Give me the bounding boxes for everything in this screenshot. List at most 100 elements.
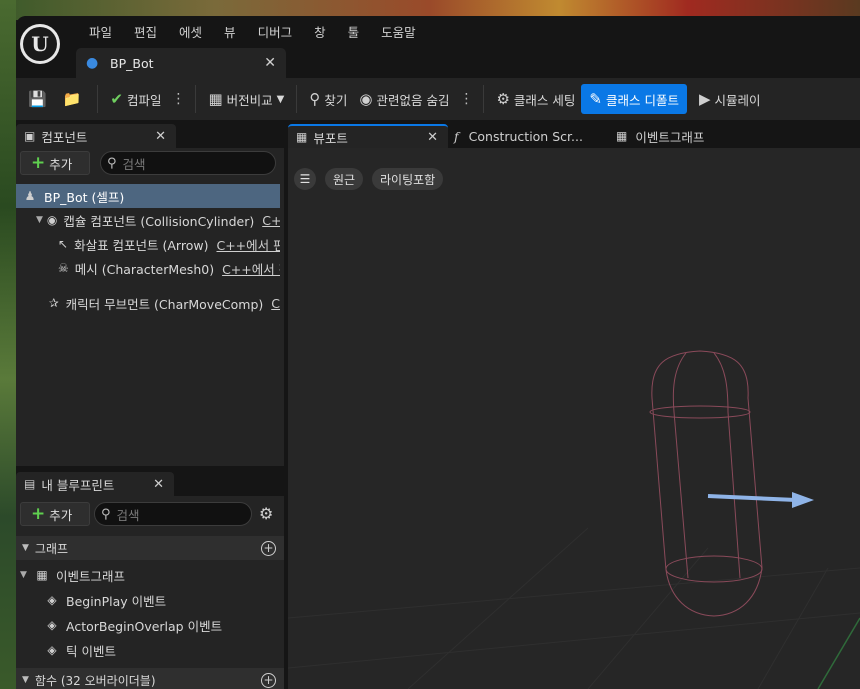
add-function-icon[interactable]: + xyxy=(261,672,276,688)
close-icon[interactable]: ✕ xyxy=(427,130,438,145)
grid-line xyxy=(288,612,860,669)
menu-asset[interactable]: 에셋 xyxy=(168,23,213,43)
menu-help[interactable]: 도움말 xyxy=(370,23,427,43)
hide-unrelated-icon: ◉ xyxy=(359,90,373,108)
event-label: BeginPlay 이벤트 xyxy=(66,593,167,609)
grid-line xyxy=(288,567,860,619)
tree-item-movement[interactable]: ✰ 캐릭터 무브먼트 (CharMoveComp) C xyxy=(16,291,280,315)
menu-debug[interactable]: 디버그 xyxy=(247,23,304,43)
close-icon[interactable]: ✕ xyxy=(153,477,164,492)
tab-event-graph[interactable]: ▦ 이벤트그래프 xyxy=(616,124,704,148)
tree-item-mesh[interactable]: ☠ 메시 (CharacterMesh0) C++에서 편 xyxy=(16,256,280,280)
cpp-link[interactable]: C++ xyxy=(262,213,280,228)
cpp-link[interactable]: C++에서 편 xyxy=(222,259,280,278)
grid-line xyxy=(757,567,829,689)
event-graph-icon: ▦ xyxy=(616,129,628,143)
gear-icon[interactable]: ⚙ xyxy=(259,504,273,523)
class-defaults-label: 클래스 디폴트 xyxy=(605,92,679,108)
event-graph-item[interactable]: ▼ ▦ 이벤트그래프 xyxy=(16,563,284,587)
tree-item-label: 화살표 컴포넌트 (Arrow) xyxy=(74,237,209,253)
viewport-menu-button[interactable]: ☰ xyxy=(294,168,316,190)
my-blueprint-tab[interactable]: ▤ 내 블루프린트 ✕ xyxy=(16,472,174,496)
diff-icon: ▦ xyxy=(208,90,223,108)
find-icon: ⚲ xyxy=(309,90,321,108)
tab-construction-script[interactable]: f Construction Scr... xyxy=(454,124,583,148)
functions-section-header[interactable]: ▼ 함수 (32 오버라이더블) + xyxy=(16,668,284,689)
save-button[interactable]: 💾 xyxy=(22,84,57,114)
simulate-button[interactable]: ▶ 시뮬레이 xyxy=(693,84,767,114)
event-label: 틱 이벤트 xyxy=(66,643,116,659)
hide-options-button[interactable]: ⋮ xyxy=(455,84,477,114)
add-label: 추가 xyxy=(49,156,73,172)
diff-button[interactable]: ▦ 버전비교 ▼ xyxy=(202,84,290,114)
compile-options-button[interactable]: ⋮ xyxy=(167,84,189,114)
class-defaults-button[interactable]: ✎ 클래스 디폴트 xyxy=(581,84,687,114)
hide-unrelated-button[interactable]: ◉ 관련없음 숨김 xyxy=(353,84,455,114)
plus-icon: + xyxy=(31,504,46,524)
event-item-overlap[interactable]: ◈ ActorBeginOverlap 이벤트 xyxy=(16,613,284,637)
collapse-arrow-icon[interactable]: ▼ xyxy=(22,543,29,553)
movement-icon: ✰ xyxy=(48,296,59,310)
tab-viewport[interactable]: ▦ 뷰포트 ✕ xyxy=(288,124,448,148)
menu-file[interactable]: 파일 xyxy=(78,23,123,43)
search-icon: ⚲ xyxy=(101,506,111,522)
my-blueprint-tab-label: 내 블루프린트 xyxy=(41,477,115,493)
close-icon[interactable]: ✕ xyxy=(155,129,166,144)
add-label: 추가 xyxy=(49,507,73,523)
event-item-beginplay[interactable]: ◈ BeginPlay 이벤트 xyxy=(16,588,284,612)
components-tab[interactable]: ▣ 컴포넌트 ✕ xyxy=(16,124,176,148)
desktop-background-left xyxy=(0,0,16,689)
class-settings-button[interactable]: ⚙ 클래스 세팅 xyxy=(490,84,581,114)
edit-icon: ✎ xyxy=(589,90,602,108)
event-diamond-icon: ◈ xyxy=(47,618,57,632)
play-icon: ▶ xyxy=(698,90,711,108)
viewport[interactable]: ☰ 원근 라이팅포함 xyxy=(288,148,860,689)
find-button[interactable]: ⚲ 찾기 xyxy=(303,84,353,114)
viewport-tab-label: 뷰포트 xyxy=(313,130,348,146)
tree-item-label: 캐릭터 무브먼트 (CharMoveComp) xyxy=(65,296,264,312)
graphs-header-label: 그래프 xyxy=(34,541,69,556)
perspective-button[interactable]: 원근 xyxy=(325,168,364,190)
add-component-button[interactable]: + 추가 xyxy=(20,151,90,175)
tree-item-label: BP_Bot (셀프) xyxy=(44,189,125,205)
chevron-down-icon: ▼ xyxy=(276,93,285,105)
components-panel: + 추가 ⚲ 검색 ♟ BP_Bot (셀프) ▼ ◉ 캡슐 컴포넌트 (Collisi… xyxy=(16,148,284,466)
grid-line xyxy=(587,547,709,689)
add-graph-icon[interactable]: + xyxy=(261,540,276,556)
menu-edit[interactable]: 편집 xyxy=(123,23,168,43)
compile-button[interactable]: ✔ 컴파일 xyxy=(104,84,167,114)
menu-tools[interactable]: 툴 xyxy=(337,23,371,43)
components-search-input[interactable]: ⚲ 검색 xyxy=(100,151,276,175)
save-icon: 💾 xyxy=(28,90,47,108)
document-tab-label: BP_Bot xyxy=(110,55,154,71)
unreal-logo-icon[interactable]: U xyxy=(20,24,60,64)
function-icon: f xyxy=(454,128,459,144)
collapse-arrow-icon[interactable]: ▼ xyxy=(22,675,29,685)
graphs-section-header[interactable]: ▼ 그래프 + xyxy=(16,536,284,560)
hide-unrelated-label: 관련없음 숨김 xyxy=(376,92,450,108)
menu-bar: 파일 편집 에셋 뷰 디버그 창 툴 도움말 xyxy=(78,23,427,43)
main-toolbar: 💾 📁 ✔ 컴파일 ⋮ ▦ 버전비교 ▼ ⚲ 찾기 ◉ 관련없음 숨김 ⋮ ⚙ 클래스 세팅… xyxy=(16,78,860,120)
grid-line xyxy=(407,527,589,689)
search-placeholder: 검색 xyxy=(122,156,146,172)
document-tab[interactable]: ● BP_Bot ✕ xyxy=(76,48,286,78)
tree-item-capsule[interactable]: ▼ ◉ 캡슐 컴포넌트 (CollisionCylinder) C++ xyxy=(16,208,280,232)
capsule-wireframe xyxy=(649,350,763,617)
collapse-arrow-icon[interactable]: ▼ xyxy=(20,570,30,580)
tree-item-self[interactable]: ♟ BP_Bot (셀프) xyxy=(16,184,280,208)
cpp-link[interactable]: C++에서 편 xyxy=(216,235,280,254)
blueprint-search-input[interactable]: ⚲ 검색 xyxy=(94,502,252,526)
tree-item-arrow[interactable]: ↖ 화살표 컴포넌트 (Arrow) C++에서 편 xyxy=(16,232,280,256)
lighting-mode-button[interactable]: 라이팅포함 xyxy=(372,168,444,190)
event-item-tick[interactable]: ◈ 틱 이벤트 xyxy=(16,638,284,662)
add-blueprint-item-button[interactable]: + 추가 xyxy=(20,502,90,526)
collapse-arrow-icon[interactable]: ▼ xyxy=(36,215,43,225)
cpp-link[interactable]: C xyxy=(271,296,280,311)
divider xyxy=(483,85,485,113)
browse-button[interactable]: 📁 xyxy=(57,84,92,114)
menu-view[interactable]: 뷰 xyxy=(213,23,247,43)
search-placeholder: 검색 xyxy=(116,507,140,523)
diff-label: 버전비교 xyxy=(226,92,273,108)
menu-window[interactable]: 창 xyxy=(303,23,337,43)
close-icon[interactable]: ✕ xyxy=(264,55,276,71)
